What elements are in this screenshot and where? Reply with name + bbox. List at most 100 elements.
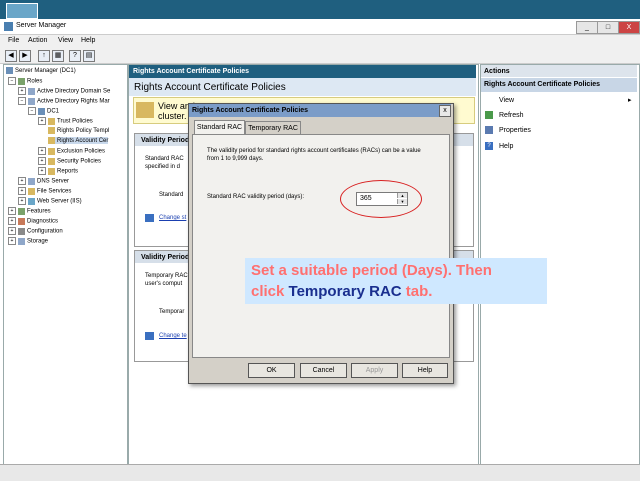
group-label: Temporar xyxy=(159,309,185,315)
navigation-tree: Server Manager (DC1) − Roles + Active Dire… xyxy=(3,64,128,466)
expand-icon[interactable]: + xyxy=(18,87,26,95)
tree-item-configuration[interactable]: + Configuration xyxy=(8,227,63,235)
validity-field-label: Standard RAC validity period (days): xyxy=(207,194,305,200)
up-folder-icon[interactable]: ↑ xyxy=(38,50,50,62)
tree-item-rights-account-certificates[interactable]: Rights Account Cer xyxy=(48,137,109,145)
help-toolbar-icon[interactable]: ? xyxy=(69,50,81,62)
actions-section[interactable]: Rights Account Certificate Policies xyxy=(481,78,637,92)
expand-icon[interactable]: + xyxy=(8,237,16,245)
callout-emphasis: Temporary RAC xyxy=(288,283,402,300)
toolbar xyxy=(0,47,640,64)
tree-item-roles[interactable]: − Roles xyxy=(8,77,42,85)
tree-item-web-server[interactable]: + Web Server (IIS) xyxy=(18,197,82,205)
tab-temporary-rac[interactable]: Temporary RAC xyxy=(245,121,301,135)
expand-icon[interactable]: + xyxy=(8,227,16,235)
tree-item-dc1[interactable]: − DC1 xyxy=(28,107,59,115)
group-text: Standard RAC xyxy=(145,156,184,162)
collapse-icon[interactable]: − xyxy=(8,77,16,85)
group-text: user's comput xyxy=(145,281,183,287)
change-temporary-link[interactable]: Change te xyxy=(159,333,187,339)
action-pane-icon[interactable]: ▤ xyxy=(83,50,95,62)
show-hide-tree-icon[interactable]: ▦ xyxy=(52,50,64,62)
menu-help[interactable]: Help xyxy=(81,37,95,44)
tree-item-file-services[interactable]: + File Services xyxy=(18,187,71,195)
change-standard-link[interactable]: Change st xyxy=(159,215,186,221)
center-subtitle: Rights Account Certificate Policies xyxy=(129,78,476,96)
highlight-ellipse xyxy=(340,180,422,218)
action-refresh[interactable]: Refresh xyxy=(499,112,524,119)
group-title: Validity Period xyxy=(141,254,190,261)
expand-icon[interactable]: + xyxy=(18,177,26,185)
menu-action[interactable]: Action xyxy=(28,37,47,44)
tab-panel: The validity period for standard rights … xyxy=(192,134,450,358)
instruction-callout: Set a suitable period (Days). Then click… xyxy=(245,258,547,304)
diagnostics-icon xyxy=(18,217,25,225)
arrow-icon xyxy=(145,214,154,222)
back-arrow-icon[interactable]: ◀ xyxy=(5,50,17,62)
window-title: Server Manager xyxy=(16,22,67,29)
tree-item-exclusion-policies[interactable]: + Exclusion Policies xyxy=(38,147,105,155)
web-server-icon xyxy=(28,197,35,205)
folder-icon xyxy=(48,117,55,125)
apply-button[interactable]: Apply xyxy=(351,363,398,378)
expand-icon[interactable]: + xyxy=(18,197,26,205)
help-icon: ? xyxy=(485,142,493,150)
action-help[interactable]: Help xyxy=(499,143,513,150)
action-properties[interactable]: Properties xyxy=(499,127,531,134)
expand-icon[interactable]: + xyxy=(18,187,26,195)
expand-icon[interactable]: + xyxy=(38,167,46,175)
menu-view[interactable]: View xyxy=(58,37,73,44)
tree-item-storage[interactable]: + Storage xyxy=(8,237,48,245)
ok-button[interactable]: OK xyxy=(248,363,295,378)
dialog-titlebar: Rights Account Certificate Policies xyxy=(189,104,451,117)
group-label: Standard xyxy=(159,192,184,198)
tree-item-security-policies[interactable]: + Security Policies xyxy=(38,157,101,165)
file-services-icon xyxy=(28,187,35,195)
folder-icon xyxy=(48,167,55,175)
help-button[interactable]: Help xyxy=(402,363,448,378)
actions-header: Actions xyxy=(481,65,637,77)
group-text: Temporary RAC xyxy=(145,273,188,279)
tree-item-dns-server[interactable]: + DNS Server xyxy=(18,177,69,185)
close-window-button[interactable]: X xyxy=(618,21,640,34)
expand-icon[interactable]: + xyxy=(38,147,46,155)
collapse-icon[interactable]: − xyxy=(28,107,36,115)
folder-icon xyxy=(48,137,55,144)
dialog-description: The validity period for standard rights … xyxy=(207,148,421,162)
group-title: Validity Period xyxy=(141,137,190,144)
directory-icon xyxy=(28,87,35,95)
storage-icon xyxy=(18,237,25,245)
status-bar xyxy=(0,464,640,481)
callout-line-2: click Temporary RAC tab. xyxy=(251,283,433,300)
action-view[interactable]: View xyxy=(499,97,514,104)
tree-item-rights-policy-templates[interactable]: Rights Policy Templ xyxy=(48,127,109,134)
tree-item-ad-rights-management[interactable]: − Active Directory Rights Mar xyxy=(18,97,110,105)
folder-icon xyxy=(48,157,55,165)
server-manager-icon xyxy=(4,22,13,31)
tree-item-reports[interactable]: + Reports xyxy=(38,167,78,175)
maximize-button[interactable]: □ xyxy=(597,21,619,34)
folder-icon xyxy=(48,147,55,155)
collapse-icon[interactable]: − xyxy=(18,97,26,105)
app-logo-icon xyxy=(6,3,38,19)
roles-icon xyxy=(18,77,25,85)
tree-item-server-manager[interactable]: Server Manager (DC1) xyxy=(6,67,76,74)
tree-item-features[interactable]: + Features xyxy=(8,207,51,215)
tree-item-diagnostics[interactable]: + Diagnostics xyxy=(8,217,58,225)
tree-item-trust-policies[interactable]: + Trust Policies xyxy=(38,117,93,125)
info-text-2: cluster. xyxy=(158,111,187,121)
expand-icon[interactable]: + xyxy=(38,117,46,125)
cancel-button[interactable]: Cancel xyxy=(300,363,347,378)
menu-file[interactable]: File xyxy=(8,37,19,44)
expand-icon[interactable]: + xyxy=(8,217,16,225)
dns-icon xyxy=(28,177,35,185)
forward-arrow-icon[interactable]: ▶ xyxy=(19,50,31,62)
dialog-close-button[interactable]: x xyxy=(439,105,451,117)
tree-item-ad-domain-services[interactable]: + Active Directory Domain Se xyxy=(18,87,110,95)
center-header: Rights Account Certificate Policies xyxy=(129,65,476,78)
expand-icon[interactable]: + xyxy=(8,207,16,215)
tab-standard-rac[interactable]: Standard RAC xyxy=(194,120,245,135)
submenu-arrow-icon: ▸ xyxy=(628,97,632,104)
minimize-button[interactable]: _ xyxy=(576,21,598,34)
expand-icon[interactable]: + xyxy=(38,157,46,165)
